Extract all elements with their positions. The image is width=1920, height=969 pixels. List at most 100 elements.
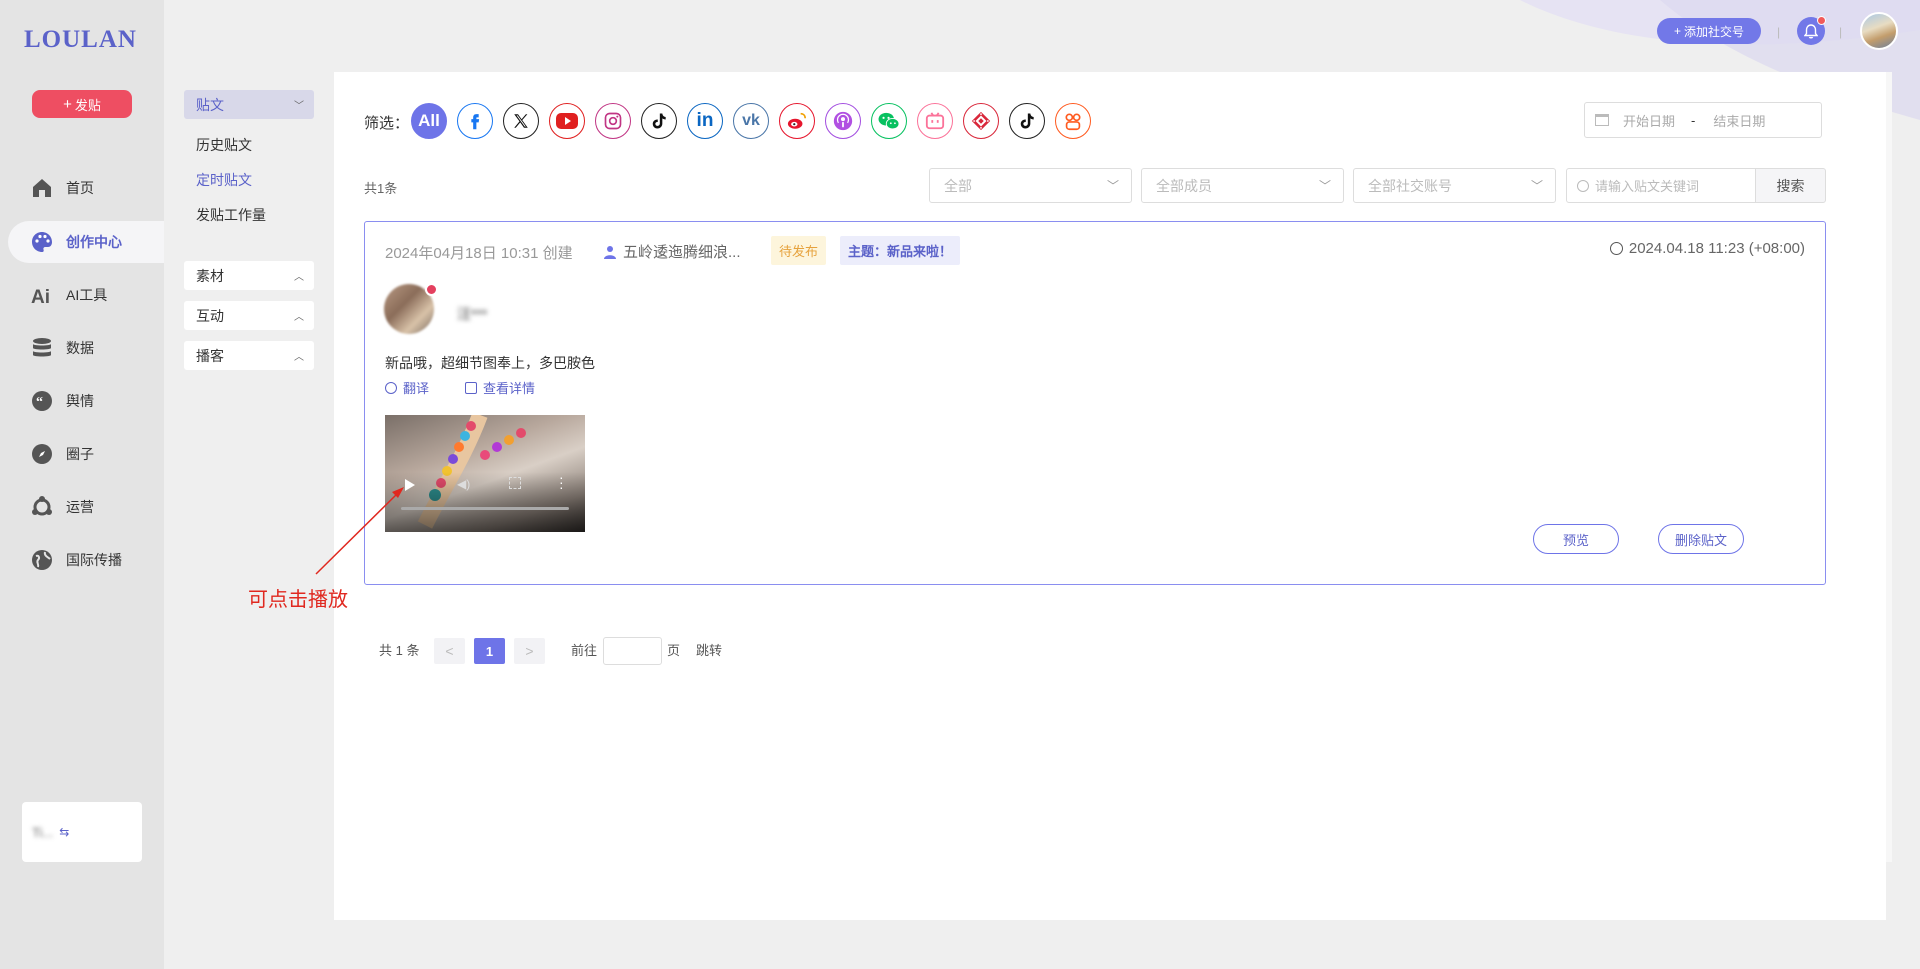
instagram-icon[interactable] (595, 103, 631, 139)
jump-button[interactable]: 跳转 (696, 640, 722, 659)
nav-item-international[interactable]: 国际传播 (8, 539, 164, 581)
instagram-badge-icon (425, 283, 438, 296)
submenu-podcast[interactable]: 播客 ︿ (184, 341, 314, 370)
author-name: 汪*** (457, 306, 488, 322)
tiktok-icon[interactable] (641, 103, 677, 139)
more-options-icon[interactable]: · · · (559, 470, 564, 494)
chevron-down-icon: ﹀ (1530, 179, 1543, 193)
filter-all-button[interactable]: All (411, 103, 447, 139)
search-icon (1577, 179, 1589, 192)
plus-icon: + (63, 95, 72, 113)
user-icon (604, 245, 616, 259)
panel-edge (1886, 72, 1892, 862)
details-icon (465, 381, 477, 394)
nav-item-circles[interactable]: 圈子 (8, 433, 164, 475)
chevron-up-icon: ︿ (294, 312, 304, 323)
add-social-account-button[interactable]: + 添加社交号 (1657, 18, 1761, 44)
post-content: 新品哦，超细节图奉上，多巴胺色 (385, 355, 595, 371)
bilibili-icon[interactable] (917, 103, 953, 139)
svg-text:Ai: Ai (31, 287, 50, 307)
account-name: Ti... (32, 824, 54, 840)
main-sidebar: LOULAN + 发贴 首页 创作中心 Ai AI工具 数据 “ 舆情 圈子 运营… (0, 0, 164, 969)
wechat-icon[interactable] (871, 103, 907, 139)
end-date-input[interactable]: 结束日期 (1713, 111, 1765, 130)
compass-icon (30, 442, 54, 466)
switch-icon[interactable]: ⇆ (59, 825, 69, 839)
palette-icon (30, 230, 54, 254)
social-account-select[interactable]: 全部社交账号 ﹀ (1353, 168, 1556, 203)
translate-link[interactable]: 翻译 (385, 378, 429, 397)
notification-dot (1817, 16, 1826, 25)
globe-icon (30, 548, 54, 572)
nav-item-operations[interactable]: 运营 (8, 486, 164, 528)
team-name: 五岭逶迤腾细浪... (603, 241, 741, 262)
nav-item-home[interactable]: 首页 (8, 167, 164, 209)
fullscreen-icon[interactable] (509, 477, 521, 489)
database-icon (30, 336, 54, 360)
status-select[interactable]: 全部 ﹀ (929, 168, 1132, 203)
ai-icon: Ai (30, 283, 54, 307)
nav-item-data[interactable]: 数据 (8, 327, 164, 369)
goto-label: 前往 (571, 643, 598, 658)
facebook-icon[interactable] (457, 103, 493, 139)
chevron-up-icon: ︿ (294, 352, 304, 363)
translate-icon (385, 381, 397, 394)
submenu-materials[interactable]: 素材 ︿ (184, 261, 314, 290)
quote-icon: “ (30, 389, 54, 413)
member-select[interactable]: 全部成员 ﹀ (1141, 168, 1344, 203)
result-count: 共1条 (364, 181, 398, 196)
linkedin-icon[interactable]: in (687, 103, 723, 139)
chevron-down-icon: ﹀ (1318, 179, 1331, 193)
network-icon (30, 495, 54, 519)
date-range-picker[interactable]: 开始日期 - 结束日期 (1584, 102, 1822, 138)
submenu-post-workload[interactable]: 发贴工作量 (196, 205, 266, 225)
new-post-button[interactable]: + 发贴 (32, 90, 132, 118)
delete-post-button[interactable]: 删除贴文 (1658, 524, 1744, 554)
nav-item-ai-tools[interactable]: Ai AI工具 (8, 274, 164, 316)
post-card: 2024年04月18日 10:31 创建 五岭逶迤腾细浪... 待发布 主题：新… (364, 221, 1826, 585)
view-details-link[interactable]: 查看详情 (465, 378, 535, 397)
created-time: 2024年04月18日 10:31 创建 (385, 245, 573, 262)
video-progress-bar[interactable] (401, 507, 569, 510)
volume-icon[interactable]: ◀) (457, 477, 470, 491)
douyin-icon[interactable] (1009, 103, 1045, 139)
home-icon (30, 176, 54, 200)
weibo-icon[interactable] (779, 103, 815, 139)
filter-label: 筛选： (364, 115, 410, 132)
calendar-icon (1595, 114, 1609, 126)
svg-text:“: “ (36, 395, 43, 410)
keyword-search-input[interactable]: 请输入贴文关键词 (1566, 168, 1756, 203)
annotation-text: 可点击播放 (248, 589, 348, 611)
current-account-card[interactable]: Ti... ⇆ (22, 802, 142, 862)
x-twitter-icon[interactable] (503, 103, 539, 139)
chevron-down-icon: ﹀ (1106, 179, 1119, 193)
submenu-interaction[interactable]: 互动 ︿ (184, 301, 314, 330)
plus-icon: + (1673, 24, 1681, 38)
vk-icon[interactable]: vk (733, 103, 769, 139)
page-jump-input[interactable] (603, 637, 662, 665)
submenu-posts-header[interactable]: 贴文 ﹀ (184, 90, 314, 119)
prev-page-button[interactable]: < (434, 638, 465, 664)
scheduled-time: 2024.04.18 11:23 (+08:00) (1609, 240, 1805, 257)
logo: LOULAN (24, 26, 137, 53)
search-button[interactable]: 搜索 (1755, 168, 1826, 203)
clock-icon (1609, 242, 1623, 255)
page-1-button[interactable]: 1 (474, 638, 505, 664)
next-page-button[interactable]: > (514, 638, 545, 664)
nav-item-public-opinion[interactable]: “ 舆情 (8, 380, 164, 422)
submenu-scheduled-posts[interactable]: 定时贴文 (196, 170, 252, 190)
status-badge: 待发布 (771, 236, 827, 265)
podcast-icon[interactable] (825, 103, 861, 139)
xiaohongshu-icon[interactable] (1055, 103, 1091, 139)
page-unit-label: 页 (667, 643, 681, 658)
nav-item-creation-center[interactable]: 创作中心 (8, 221, 164, 263)
play-icon[interactable] (405, 479, 415, 491)
video-player[interactable]: ◀) · · · (385, 415, 585, 532)
kuaishou-icon[interactable] (963, 103, 999, 139)
submenu-history-posts[interactable]: 历史贴文 (196, 135, 252, 155)
youtube-icon[interactable] (549, 103, 585, 139)
user-avatar[interactable] (1860, 12, 1898, 50)
start-date-input[interactable]: 开始日期 (1623, 111, 1675, 130)
preview-button[interactable]: 预览 (1533, 524, 1619, 554)
topic-badge: 主题：新品来啦！ (840, 236, 961, 265)
